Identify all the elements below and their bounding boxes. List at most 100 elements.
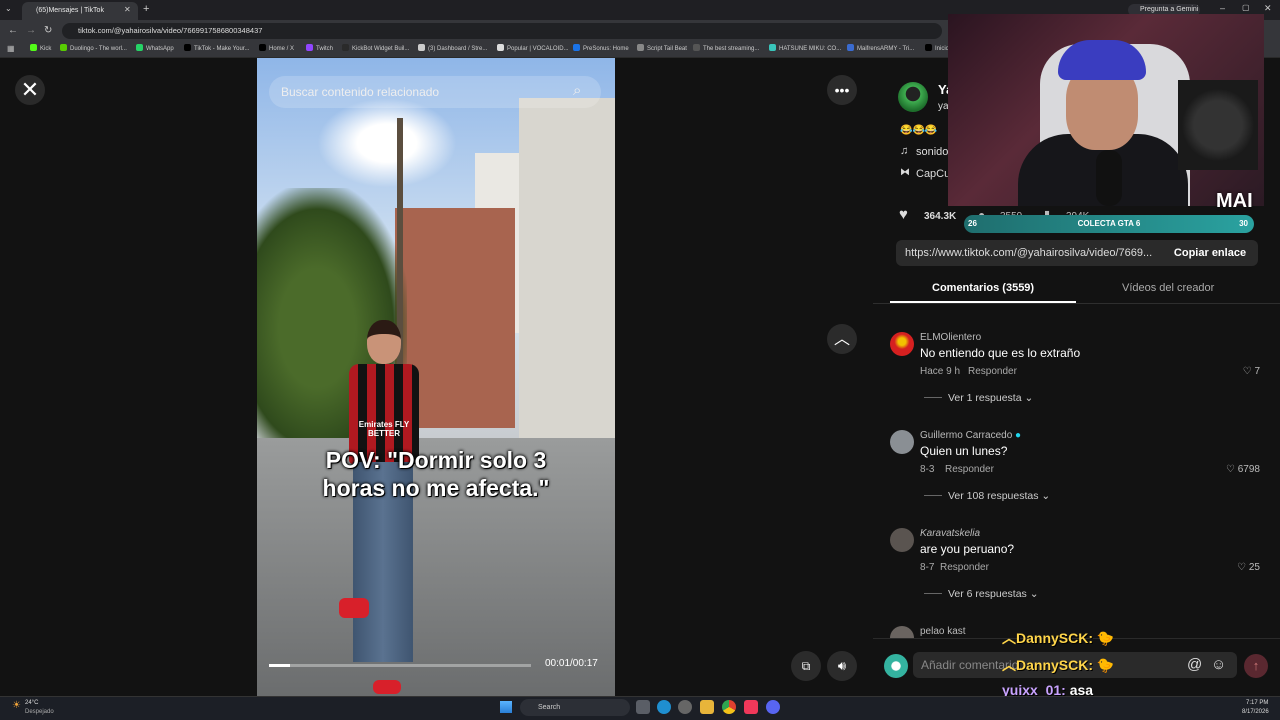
mention-icon[interactable]: @ — [1187, 656, 1202, 673]
like-count: 364.3K — [924, 211, 957, 222]
bookmark-item[interactable]: HATSUNE MIKU: CO... — [769, 44, 841, 52]
comment-text: No entiendo que es lo extraño — [920, 346, 1081, 360]
capcut-link[interactable]: CapCu — [916, 168, 950, 180]
bookmark-label: TikTok - Make Your... — [194, 46, 250, 52]
comment-avatar[interactable] — [890, 528, 914, 552]
forward-icon[interactable]: → — [26, 25, 36, 36]
comment-avatar[interactable] — [890, 430, 914, 454]
settings-icon[interactable] — [678, 700, 692, 714]
bookmark-label: The best streaming... — [703, 46, 760, 52]
minimize-icon[interactable]: – — [1220, 3, 1225, 13]
chevron-down-icon: ⌄ — [1024, 392, 1034, 404]
copy-link-button[interactable]: Copiar enlace — [1162, 240, 1258, 266]
bookmark-favicon-icon — [497, 44, 504, 51]
reload-icon[interactable]: ↻ — [44, 25, 52, 36]
reply-button[interactable]: Responder — [945, 464, 994, 475]
related-search-input[interactable]: Buscar contenido relacionado — [269, 76, 601, 108]
bookmark-item[interactable]: The best streaming... — [693, 44, 759, 52]
description-emojis: 😂😂😂 — [900, 125, 938, 136]
bookmark-item[interactable]: Popular | VOCALOID... — [497, 44, 569, 52]
comment-username[interactable]: ELMOlientero — [920, 332, 981, 343]
comment-avatar[interactable] — [890, 626, 914, 638]
gta-label: COLECTA GTA 6 — [1077, 219, 1141, 228]
address-input[interactable]: tiktok.com/@yahairosilva/video/766991758… — [62, 23, 942, 39]
bookmark-item[interactable]: WhatsApp — [136, 44, 174, 52]
search-placeholder: Buscar contenido relacionado — [281, 85, 440, 99]
search-icon[interactable]: ⌕ — [573, 82, 581, 99]
send-button[interactable]: ↑ — [1244, 654, 1268, 678]
taskbar-search[interactable]: Search — [520, 699, 630, 716]
tab-list-icon[interactable]: ⌄ — [5, 4, 12, 13]
bookmark-favicon-icon — [342, 44, 349, 51]
bookmark-label: Home / X — [269, 46, 295, 52]
comment-username[interactable]: Karavatskelia — [920, 528, 980, 539]
maximize-icon[interactable]: ▢ — [1242, 3, 1250, 12]
volume-icon[interactable]: 🔊︎ — [827, 651, 857, 681]
reply-button[interactable]: Responder — [940, 562, 989, 573]
author-avatar[interactable] — [898, 82, 928, 112]
previous-video-button[interactable]: ︿ — [827, 324, 857, 354]
tab-close-icon[interactable]: ✕ — [124, 5, 131, 14]
bookmark-item[interactable]: (3) Dashboard / Stre... — [418, 44, 487, 52]
task-view-icon[interactable] — [636, 700, 650, 714]
sound-link[interactable]: sonido — [916, 146, 948, 158]
bookmark-item[interactable]: PreSonus: Home — [573, 44, 629, 52]
bookmark-label: Script Tail Beat — [647, 46, 687, 52]
bookmark-item[interactable]: KickBot Widget Buil... — [342, 44, 409, 52]
reply-button[interactable]: Responder — [968, 366, 1017, 377]
person-head — [367, 320, 401, 364]
comment-like-count: 7 — [1254, 366, 1260, 377]
more-options-button[interactable]: ••• — [827, 75, 857, 105]
view-replies-button[interactable]: Ver 1 respuesta ⌄ — [924, 392, 1034, 404]
comment-text: Quien un lunes? — [920, 444, 1008, 458]
bookmark-item[interactable]: TikTok - Make Your... — [184, 44, 249, 52]
music-app-icon[interactable] — [744, 700, 758, 714]
bookmark-item[interactable]: MaifrensARMY - Tri... — [847, 44, 914, 52]
close-video-button[interactable]: ✕ — [15, 75, 45, 105]
music-note-icon: ♫ — [900, 145, 909, 157]
streamer-webcam-overlay — [948, 14, 1264, 206]
window-close-icon[interactable]: ✕ — [1264, 3, 1272, 14]
view-replies-button[interactable]: Ver 6 respuestas ⌄ — [924, 588, 1039, 600]
comment-username[interactable]: pelao kast — [920, 626, 966, 637]
bookmark-item[interactable]: Kick — [30, 44, 51, 52]
comment-like[interactable]: ♡ 7 — [1243, 366, 1260, 377]
active-tab-indicator — [890, 301, 1076, 303]
bookmark-item[interactable]: Inicio — [925, 44, 949, 52]
tab-creator-videos[interactable]: Vídeos del creador — [1122, 282, 1214, 294]
bookmark-favicon-icon — [847, 44, 854, 51]
tab-comments[interactable]: Comentarios (3559) — [932, 282, 1034, 294]
bookmark-item[interactable]: Twitch — [306, 44, 333, 52]
windows-start-icon[interactable] — [500, 701, 512, 713]
clock-date: 8/17/2026 — [1242, 709, 1269, 715]
back-icon[interactable]: ← — [8, 25, 18, 36]
bookmark-favicon-icon — [418, 44, 425, 51]
emoji-icon[interactable]: ☺ — [1211, 656, 1226, 673]
browser-tab[interactable]: (65)Mensajes | TikTok — [22, 2, 138, 20]
bookmark-item[interactable]: Duolingo - The worl... — [60, 44, 127, 52]
apps-icon[interactable]: ▦ — [7, 44, 15, 53]
video-link-text: https://www.tiktok.com/@yahairosilva/vid… — [905, 247, 1153, 259]
file-explorer-icon[interactable] — [700, 700, 714, 714]
comment-date: 8-3 — [920, 464, 935, 475]
new-tab-button[interactable]: + — [143, 3, 149, 15]
discord-icon[interactable] — [766, 700, 780, 714]
user-avatar[interactable] — [884, 654, 908, 678]
comment-username[interactable]: Guillermo Carracedo ● — [920, 430, 1021, 441]
bookmark-item[interactable]: Script Tail Beat — [637, 44, 687, 52]
heart-icon[interactable]: ♥ — [899, 206, 908, 223]
comment-like[interactable]: ♡ 25 — [1237, 562, 1260, 573]
edge-icon[interactable] — [657, 700, 671, 714]
chrome-icon[interactable] — [722, 700, 736, 714]
progress-fill — [269, 664, 290, 667]
comment-avatar[interactable] — [890, 332, 914, 356]
video-progress-bar[interactable] — [269, 664, 531, 667]
comment-like[interactable]: ♡ 6798 — [1226, 464, 1260, 475]
view-replies-button[interactable]: Ver 108 respuestas ⌄ — [924, 490, 1050, 502]
video-player[interactable]: Emirates FLY BETTER Buscar contenido rel… — [257, 58, 615, 696]
bookmark-label: HATSUNE MIKU: CO... — [779, 46, 842, 52]
gta-right-value: 30 — [1239, 219, 1248, 228]
bookmark-item[interactable]: Home / X — [259, 44, 294, 52]
video-link-field[interactable]: https://www.tiktok.com/@yahairosilva/vid… — [896, 240, 1162, 266]
pip-icon[interactable]: ⧉ — [791, 651, 821, 681]
